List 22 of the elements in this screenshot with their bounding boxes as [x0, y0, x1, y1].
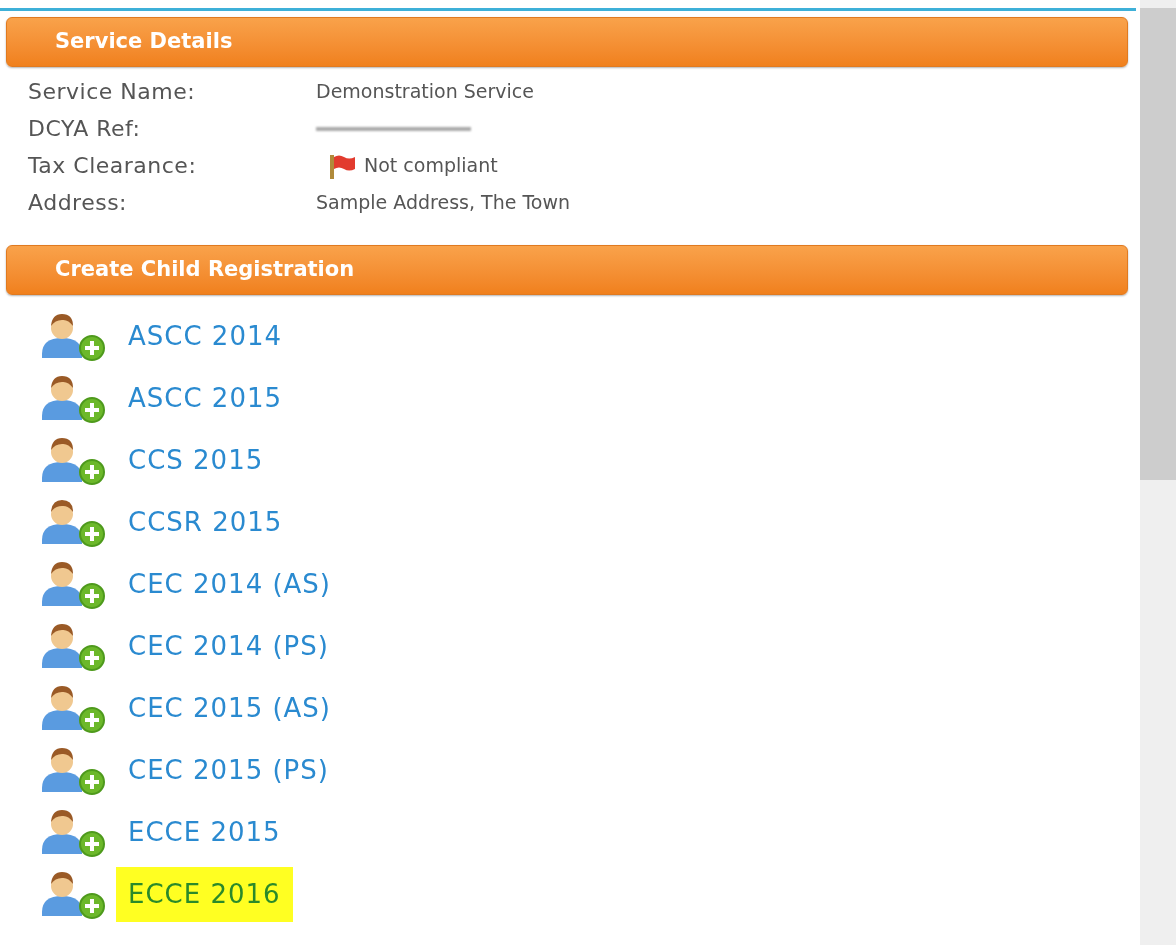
registration-link[interactable]: CEC 2015 (AS) [128, 688, 331, 728]
field-value: Sample Address, The Town [316, 190, 570, 216]
field-label: Address: [28, 189, 129, 217]
registration-link[interactable]: CEC 2014 (AS) [128, 564, 331, 604]
registration-link[interactable]: ECCE 2015 [128, 812, 281, 852]
flag-icon [328, 152, 358, 179]
field-label: Service Name: [28, 78, 197, 106]
scrollbar[interactable] [1140, 0, 1176, 945]
registration-link[interactable]: ASCC 2014 [128, 316, 283, 356]
field-value: Demonstration Service [316, 79, 534, 105]
field-label: DCYA Ref: [28, 115, 142, 143]
registration-link[interactable]: CCS 2015 [128, 440, 264, 480]
section-header: Create Child Registration [6, 245, 1128, 295]
field-label: Tax Clearance: [28, 152, 198, 180]
registration-link[interactable]: CEC 2014 (PS) [128, 626, 329, 666]
registration-link[interactable]: CEC 2015 (PS) [128, 750, 329, 790]
field-value: Not compliant [364, 153, 498, 179]
registration-link[interactable]: ECCE 2016 [116, 866, 293, 922]
scrollbar-thumb[interactable] [1140, 8, 1176, 480]
registration-link[interactable]: CCSR 2015 [128, 502, 283, 542]
section-header: Service Details [6, 17, 1128, 67]
registration-link[interactable]: ASCC 2015 [128, 378, 283, 418]
